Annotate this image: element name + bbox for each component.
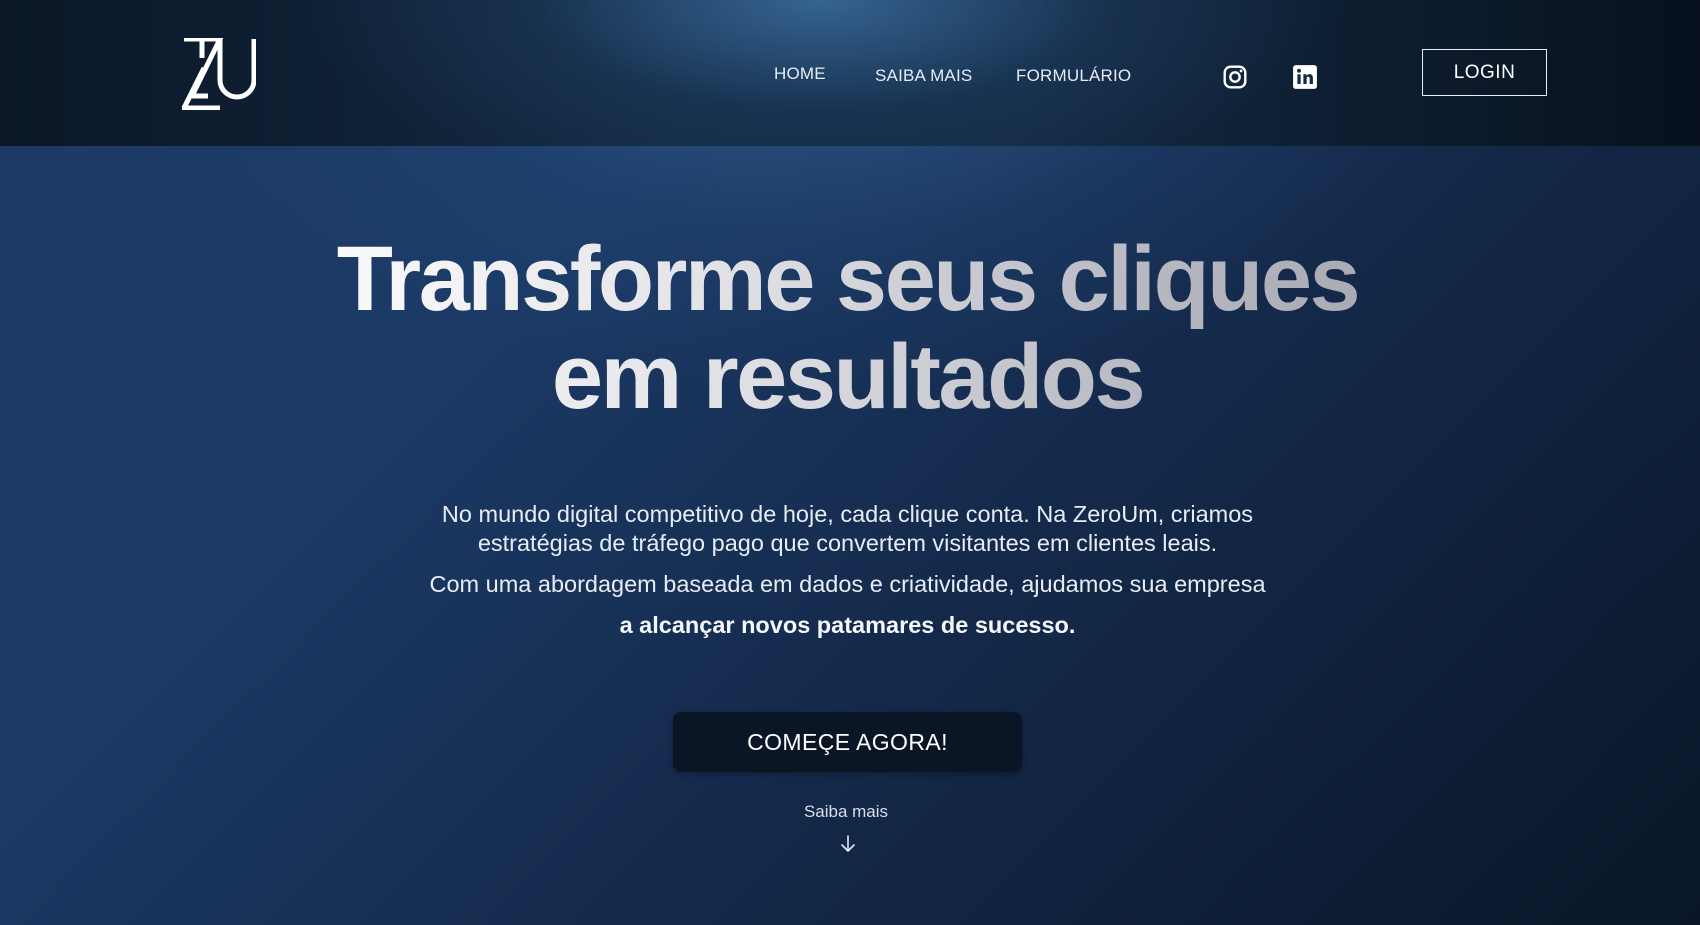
- hero-title-line-1: Transforme seus cliques: [336, 228, 1359, 330]
- nav-home-link[interactable]: HOME: [774, 64, 826, 84]
- login-button[interactable]: LOGIN: [1422, 49, 1547, 96]
- page-background: HOME SAIBA MAIS FORMULÁRIO LOGIN Transfo…: [0, 0, 1700, 925]
- top-navbar: HOME SAIBA MAIS FORMULÁRIO LOGIN: [0, 0, 1700, 146]
- instagram-icon[interactable]: [1222, 64, 1248, 90]
- nav-formulario-link[interactable]: FORMULÁRIO: [1016, 66, 1131, 86]
- start-now-button[interactable]: COMEÇE AGORA!: [673, 712, 1022, 772]
- nav-saiba-mais-link[interactable]: SAIBA MAIS: [875, 66, 972, 86]
- hero-paragraph-line-3: Com uma abordagem baseada em dados e cri…: [429, 571, 1266, 597]
- hero-paragraph-line-1: No mundo digital competitivo de hoje, ca…: [441, 501, 1254, 527]
- hero-title: Transforme seus cliques em resultados: [250, 230, 1445, 426]
- hero-paragraph-line-4: a alcançar novos patamares de sucesso.: [619, 612, 1076, 638]
- learn-more-link[interactable]: Saiba mais: [700, 802, 992, 822]
- hero-title-line-2: em resultados: [551, 326, 1144, 428]
- linkedin-icon[interactable]: [1292, 64, 1318, 90]
- hero-paragraph-line-2: estratégias de tráfego pago que converte…: [477, 530, 1218, 556]
- arrow-down-icon[interactable]: [838, 833, 858, 855]
- zu-logo-icon[interactable]: [180, 38, 256, 110]
